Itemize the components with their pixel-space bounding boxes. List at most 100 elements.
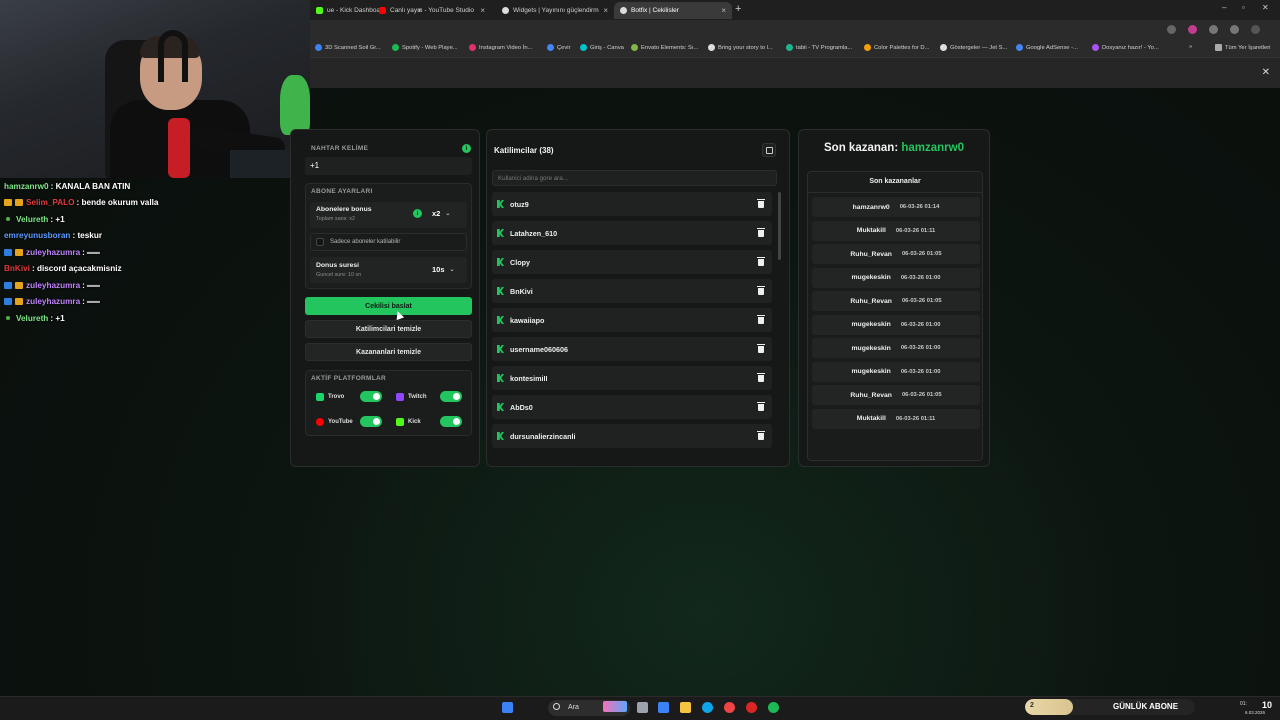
chat-text: : <box>82 297 85 307</box>
bookmark-item[interactable]: Instagram Video İn... <box>469 44 532 51</box>
close-icon[interactable]: ✕ <box>1262 67 1270 78</box>
trash-icon[interactable] <box>757 286 765 295</box>
youtube-toggle[interactable] <box>360 416 382 427</box>
chat-message: Velureth : +1 <box>4 211 304 228</box>
participant-name: BnKivi <box>510 286 533 296</box>
twitch-toggle[interactable] <box>440 391 462 402</box>
bookmark-item[interactable]: Spotify - Web Playe... <box>392 44 458 51</box>
bookmark-item[interactable]: Google AdSense -... <box>1016 44 1078 51</box>
bookmark-item[interactable]: Bring your story to l... <box>708 44 773 51</box>
info-icon[interactable]: i <box>413 209 422 218</box>
keyword-input[interactable]: +1 <box>305 157 472 175</box>
info-icon[interactable]: i <box>462 144 471 153</box>
clock-time: 01: <box>1240 701 1247 707</box>
winner-name: Ruhu_Revan <box>850 391 892 399</box>
new-tab-button[interactable]: + <box>735 3 741 15</box>
windows-start-icon[interactable] <box>502 702 513 713</box>
tab-youtube-studio[interactable]: Canlı yayın - YouTube Studio × <box>373 2 491 19</box>
bookmark-item[interactable]: Giriş - Canva <box>580 44 624 51</box>
dot-badge-icon <box>6 316 10 321</box>
winner-row: hamzanrw0 06-03-26 01:14 <box>812 197 980 217</box>
kick-icon <box>497 374 504 382</box>
kick-icon <box>497 258 504 266</box>
edge-icon[interactable] <box>702 702 713 713</box>
minimize-icon[interactable]: – <box>1222 3 1226 12</box>
copilot-icon[interactable] <box>658 702 669 713</box>
participant-list-scrollbar[interactable] <box>778 192 781 260</box>
tab-botfix-cekilisler[interactable]: Botfix | Cekilisler × <box>614 2 732 19</box>
trash-icon[interactable] <box>757 228 765 237</box>
platform-label: Twitch <box>408 394 427 400</box>
copy-icon[interactable] <box>762 143 776 157</box>
bookmark-item[interactable]: tabii - TV Programla... <box>786 44 852 51</box>
trash-icon[interactable] <box>757 431 765 440</box>
duration-title: Donus suresi <box>316 262 360 269</box>
trash-icon[interactable] <box>757 373 765 382</box>
file-explorer-icon[interactable] <box>680 702 691 713</box>
extension-icon[interactable] <box>1188 25 1197 34</box>
close-window-icon[interactable]: ✕ <box>1262 3 1269 12</box>
clear-winners-button[interactable]: Kazananlari temizle <box>305 343 472 361</box>
bookmark-item[interactable]: Dosyanız hazır! - Yo... <box>1092 44 1159 51</box>
kick-icon <box>497 200 504 208</box>
trash-icon[interactable] <box>757 344 765 353</box>
bookmark-icon <box>1092 44 1099 51</box>
profile-icon[interactable] <box>1230 25 1239 34</box>
bookmark-item[interactable]: Göstergeler — Jet S... <box>940 44 1007 51</box>
kick-icon <box>316 7 323 14</box>
close-tab-icon[interactable]: × <box>721 6 726 15</box>
all-bookmarks-button[interactable]: Tüm Yer İşaretleri <box>1215 44 1270 51</box>
duration-subtitle: Guncel sure: 10 sn <box>316 272 362 278</box>
bookmark-label: tabii - TV Programla... <box>796 44 853 51</box>
maximize-icon[interactable]: ▫ <box>1242 3 1245 12</box>
kick-icon <box>497 287 504 295</box>
bookmark-item[interactable]: Color Palettes for D... <box>864 44 929 51</box>
duration-select[interactable]: 10s ⌄ <box>432 265 455 274</box>
start-raffle-button[interactable]: Cekilisi baslat <box>305 297 472 315</box>
trash-icon[interactable] <box>757 315 765 324</box>
bookmark-label: Color Palettes for D... <box>874 44 930 51</box>
task-view-icon[interactable] <box>637 702 648 713</box>
duration-value: 10s <box>432 265 445 274</box>
chrome-icon[interactable] <box>724 702 735 713</box>
bonus-select[interactable]: x2 ⌄ <box>432 209 450 218</box>
kick-toggle[interactable] <box>440 416 462 427</box>
participant-row: AbDs0 <box>492 395 772 419</box>
participant-row: kawaiiapo <box>492 308 772 332</box>
bookmark-icon <box>315 44 322 51</box>
tab-widgets[interactable]: Widgets | Yayınını güçlendirme × <box>496 2 614 19</box>
trash-icon[interactable] <box>757 257 765 266</box>
participant-row: otuz9 <box>492 192 772 216</box>
clear-participants-button[interactable]: Katilimcilari temizle <box>305 320 472 338</box>
spotify-icon[interactable] <box>768 702 779 713</box>
bookmark-item[interactable]: Çevir <box>547 44 571 51</box>
chat-text: : bende okurum valla <box>76 198 159 208</box>
bookmark-icon <box>708 44 715 51</box>
chevron-down-icon: ⌄ <box>445 211 451 217</box>
trash-icon[interactable] <box>757 199 765 208</box>
close-tab-icon[interactable]: × <box>603 6 608 15</box>
menu-icon[interactable] <box>1251 25 1260 34</box>
globe-icon <box>620 7 627 14</box>
chat-message: BnKivi : discord açacakmisniz <box>4 261 304 278</box>
trash-icon[interactable] <box>757 402 765 411</box>
winner-name: mugekeskin <box>851 321 891 328</box>
participant-search-input[interactable]: Kullanici adina gore ara... <box>492 170 777 186</box>
bookmark-item[interactable]: 3D Scanned Soil Gr... <box>315 44 381 51</box>
star-icon[interactable] <box>1167 25 1176 34</box>
chat-message: emreyunusboran : teskur <box>4 228 304 245</box>
obs-icon[interactable] <box>746 702 757 713</box>
close-tab-icon[interactable]: × <box>480 6 485 15</box>
puzzle-icon[interactable] <box>1209 25 1218 34</box>
bookmark-label: 3D Scanned Soil Gr... <box>325 44 381 51</box>
only-subscribers-checkbox[interactable] <box>316 238 324 246</box>
subscriber-badge-icon <box>15 248 23 256</box>
chat-text: : KANALA BAN ATIN <box>50 181 131 191</box>
winner-row: Muktakill 06-03-26 01:11 <box>812 408 980 429</box>
winner-date: 06-03-26 01:05 <box>901 251 942 257</box>
winner-row: Ruhu_Revan 06-03-26 01:05 <box>812 244 980 264</box>
bookmark-item[interactable]: Envato Elements: Sı... <box>631 44 698 51</box>
trovo-toggle[interactable] <box>360 391 382 402</box>
bookmarks-more-button[interactable]: » <box>1189 44 1192 50</box>
bookmark-icon <box>469 44 476 51</box>
